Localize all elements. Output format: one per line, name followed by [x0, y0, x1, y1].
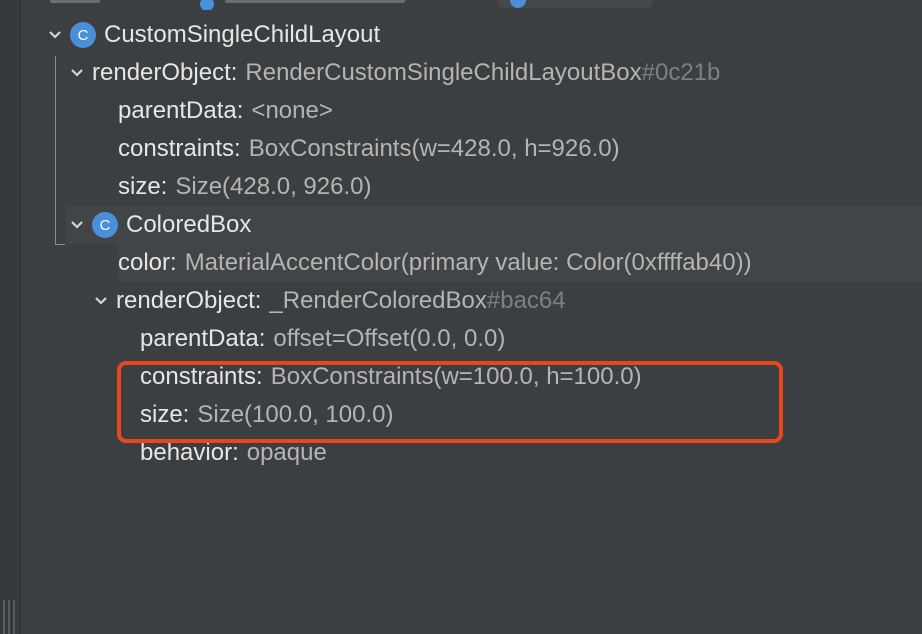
chevron-down-icon[interactable]: [66, 65, 88, 81]
property-row-color: color: MaterialAccentColor(primary value…: [118, 244, 922, 282]
property-value: opaque: [246, 439, 327, 466]
property-value: RenderCustomSingleChildLayoutBox: [245, 59, 642, 86]
property-key: behavior:: [140, 439, 239, 466]
property-row-size: size: Size(428.0, 926.0): [118, 168, 922, 206]
property-key: parentData:: [140, 325, 266, 352]
property-key: size:: [118, 173, 168, 200]
chevron-down-icon[interactable]: [90, 293, 112, 309]
tree-node-colored-box[interactable]: C ColoredBox: [66, 206, 922, 244]
property-row-constraints: constraints: BoxConstraints(w=428.0, h=9…: [118, 130, 922, 168]
property-row-parent-data: parentData: offset=Offset(0.0, 0.0): [140, 320, 922, 358]
node-name: ColoredBox: [126, 211, 252, 238]
widget-icon: [200, 0, 214, 10]
toolbar-fragment: [225, 0, 405, 3]
property-value: Size(428.0, 926.0): [175, 173, 372, 200]
tree-node-custom-single-child-layout[interactable]: C CustomSingleChildLayout: [44, 16, 922, 54]
property-key: renderObject:: [92, 59, 238, 86]
property-value: _RenderColoredBox: [269, 287, 487, 314]
annotation-highlight-box: [117, 361, 783, 443]
object-id: #bac64: [486, 287, 566, 314]
property-key: renderObject:: [116, 287, 262, 314]
toolbar-strip: [20, 0, 922, 10]
property-row-render-object[interactable]: renderObject: _RenderColoredBox #bac64: [90, 282, 922, 320]
tree-connector: [55, 244, 65, 245]
class-icon: C: [70, 22, 96, 48]
property-value: BoxConstraints(w=428.0, h=926.0): [248, 135, 620, 162]
chevron-down-icon[interactable]: [44, 27, 66, 43]
node-name: CustomSingleChildLayout: [104, 21, 381, 48]
property-key: color:: [118, 249, 177, 276]
object-id: #0c21b: [641, 59, 721, 86]
property-value: <none>: [251, 97, 333, 124]
chevron-down-icon[interactable]: [66, 217, 88, 233]
toolbar-fragment: [50, 0, 100, 3]
resize-grip-icon[interactable]: [3, 600, 15, 634]
property-key: parentData:: [118, 97, 244, 124]
property-value: MaterialAccentColor(primary value: Color…: [184, 249, 752, 276]
tree-connector: [55, 56, 56, 244]
property-key: constraints:: [118, 135, 241, 162]
property-row-parent-data: parentData: <none>: [118, 92, 922, 130]
property-row-render-object[interactable]: renderObject: RenderCustomSingleChildLay…: [66, 54, 922, 92]
property-value: offset=Offset(0.0, 0.0): [273, 325, 506, 352]
left-gutter: [0, 0, 21, 634]
class-icon: C: [92, 212, 118, 238]
